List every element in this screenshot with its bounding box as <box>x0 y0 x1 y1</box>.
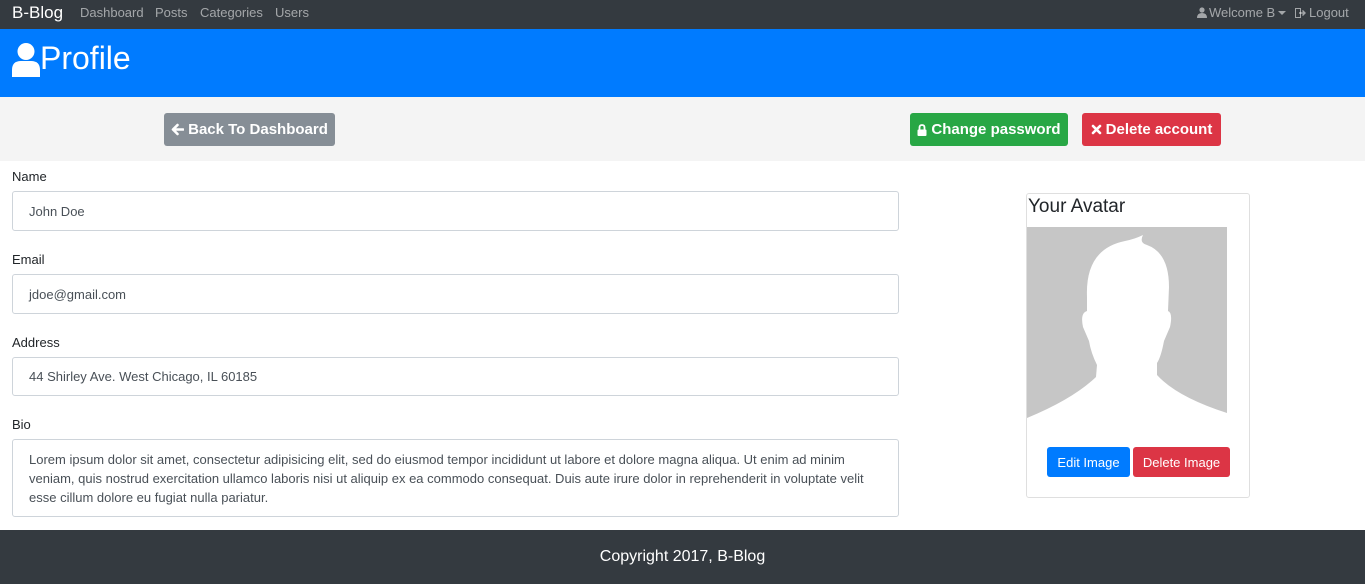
bio-label: Bio <box>12 417 31 432</box>
page-header: Profile <box>0 29 1365 97</box>
lock-icon <box>917 123 927 136</box>
user-icon <box>12 43 40 77</box>
sign-out-icon <box>1295 7 1306 18</box>
nav-link-categories[interactable]: Categories <box>200 5 263 20</box>
action-bar: Back To Dashboard Change password Delete… <box>0 97 1365 161</box>
logout-label: Logout <box>1309 5 1349 20</box>
close-icon <box>1091 124 1101 135</box>
avatar-silhouette-icon <box>1027 235 1227 418</box>
name-value: John Doe <box>29 203 85 219</box>
avatar-image <box>1027 227 1227 418</box>
delete-image-button[interactable]: Delete Image <box>1133 447 1230 477</box>
arrow-left-icon <box>171 123 185 136</box>
brand-link[interactable]: B-Blog <box>12 3 63 23</box>
back-to-dashboard-button[interactable]: Back To Dashboard <box>164 113 335 146</box>
nav-link-users[interactable]: Users <box>275 5 309 20</box>
change-password-label: Change password <box>931 121 1061 138</box>
edit-image-button[interactable]: Edit Image <box>1047 447 1130 477</box>
change-password-button[interactable]: Change password <box>910 113 1068 146</box>
name-field[interactable]: John Doe <box>12 191 899 231</box>
copyright-text: Copyright 2017, B-Blog <box>599 548 766 565</box>
bio-textarea[interactable]: Lorem ipsum dolor sit amet, consectetur … <box>12 439 899 517</box>
bio-value: Lorem ipsum dolor sit amet, consectetur … <box>29 452 864 505</box>
welcome-label: Welcome B <box>1209 5 1276 20</box>
address-field[interactable]: 44 Shirley Ave. West Chicago, IL 60185 <box>12 357 899 396</box>
avatar-card: Your Avatar Edit Image Delete Image <box>1026 193 1250 498</box>
email-label: Email <box>12 252 45 267</box>
top-navbar: B-Blog Dashboard Posts Categories Users … <box>0 0 1365 29</box>
avatar-card-title: Your Avatar <box>1028 196 1126 217</box>
email-field[interactable]: jdoe@gmail.com <box>12 274 899 314</box>
page-title: Profile <box>40 40 131 76</box>
address-label: Address <box>12 335 60 350</box>
name-label: Name <box>12 169 47 184</box>
logout-link[interactable]: Logout <box>1295 5 1349 20</box>
page-footer: Copyright 2017, B-Blog <box>0 530 1365 584</box>
delete-account-label: Delete account <box>1105 121 1213 138</box>
delete-account-button[interactable]: Delete account <box>1082 113 1221 146</box>
user-icon <box>1197 7 1207 18</box>
email-value: jdoe@gmail.com <box>29 286 127 302</box>
caret-down-icon <box>1278 11 1287 15</box>
address-value: 44 Shirley Ave. West Chicago, IL 60185 <box>29 369 258 384</box>
back-to-dashboard-label: Back To Dashboard <box>188 121 328 138</box>
nav-link-posts[interactable]: Posts <box>155 5 188 20</box>
welcome-dropdown[interactable]: Welcome B <box>1197 5 1287 20</box>
nav-link-dashboard[interactable]: Dashboard <box>80 5 144 20</box>
